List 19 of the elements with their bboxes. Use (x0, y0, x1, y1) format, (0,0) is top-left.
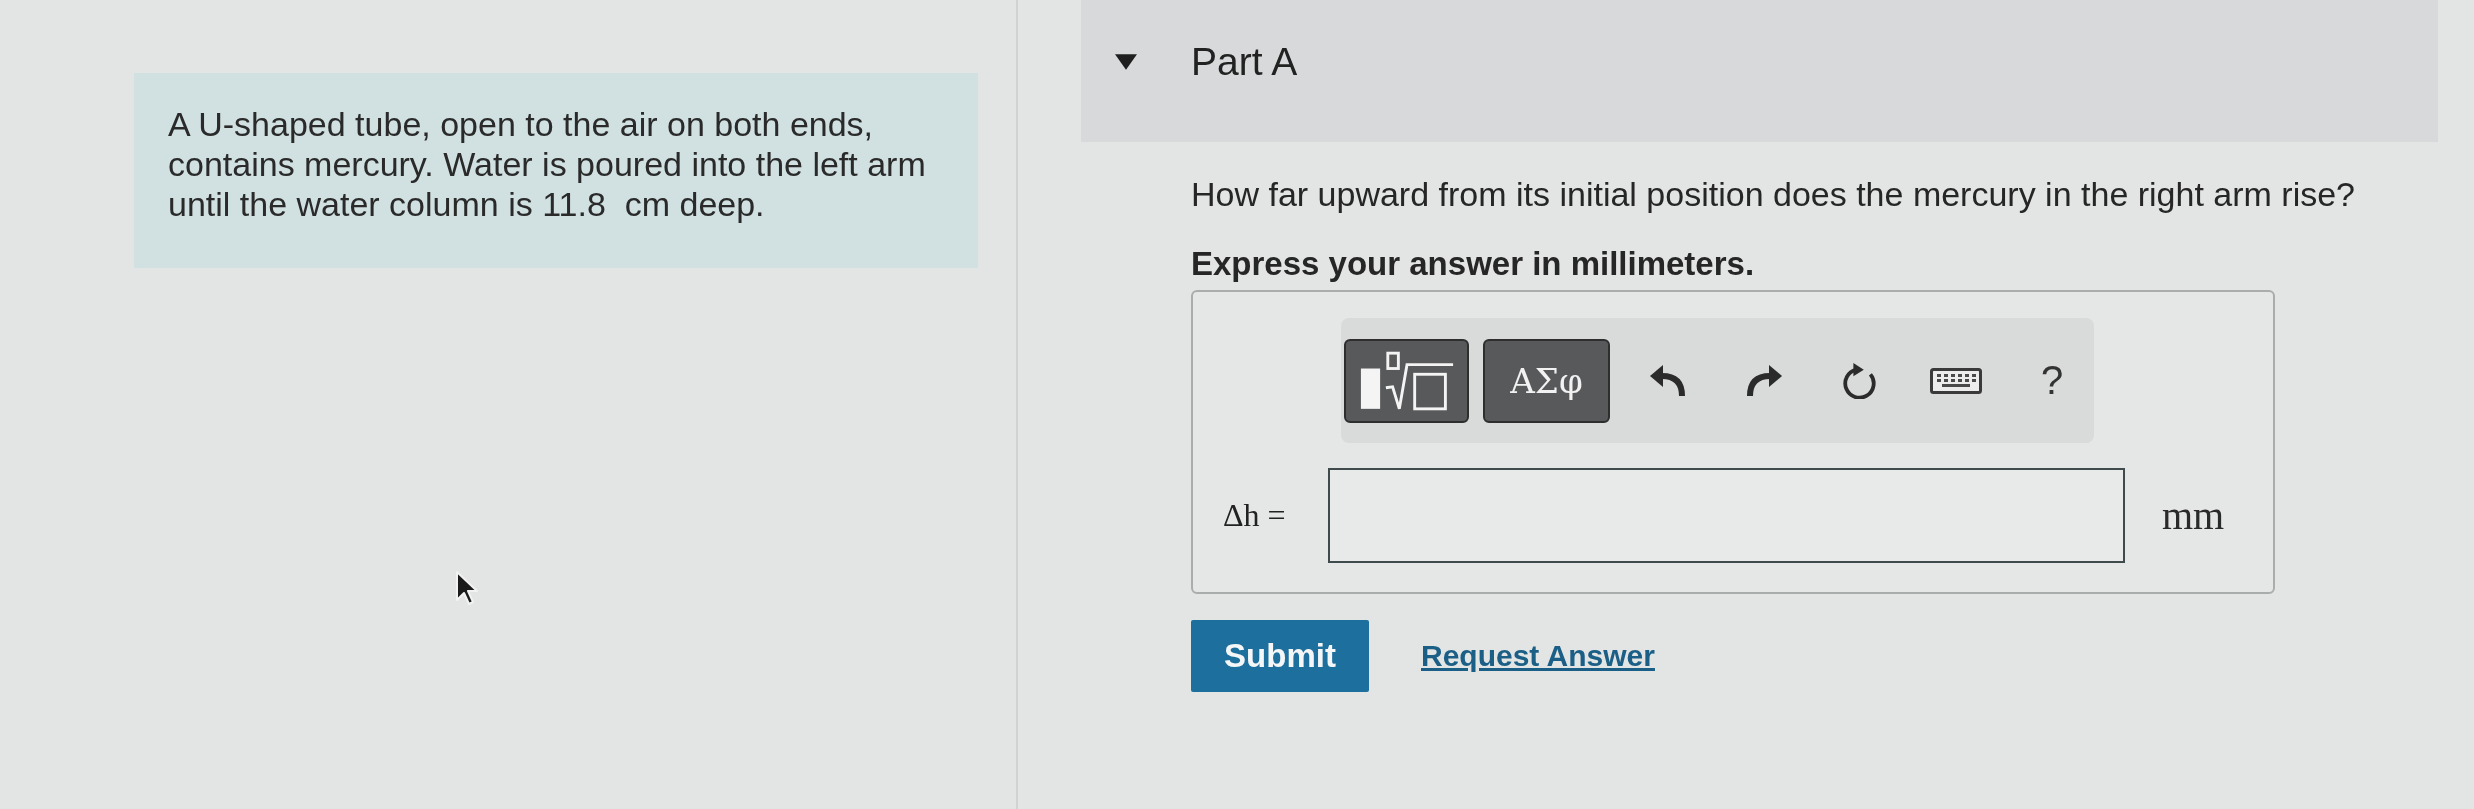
box-root-icon (1358, 350, 1455, 411)
symbols-button[interactable]: ΑΣφ (1483, 338, 1610, 423)
submit-button[interactable]: Submit (1191, 620, 1369, 692)
question-text: How far upward from its initial position does the mercury in the right arm rise? (1191, 174, 2357, 214)
answer-input[interactable] (1328, 468, 2125, 563)
reset-icon (1842, 362, 1878, 399)
keyboard-icon (1930, 367, 1982, 394)
undo-icon (1650, 362, 1686, 399)
template-button[interactable] (1344, 338, 1469, 423)
redo-icon (1746, 362, 1782, 399)
mouse-pointer-icon (455, 570, 479, 606)
request-answer-link[interactable]: Request Answer (1421, 639, 1655, 673)
instruction-text: Express your answer in millimeters. (1191, 244, 1756, 284)
problem-statement: A U-shaped tube, open to the air on both ends, contains mercury. Water is poured into the left arm until the water column is 11.8 cm deep. (168, 104, 927, 224)
variable-label: Δh = (1223, 497, 1287, 534)
help-button[interactable]: ? (2024, 352, 2080, 409)
units-label: mm (2162, 492, 2225, 539)
part-title[interactable]: Part A (1191, 42, 1298, 82)
caret-icon[interactable] (1115, 54, 1137, 70)
